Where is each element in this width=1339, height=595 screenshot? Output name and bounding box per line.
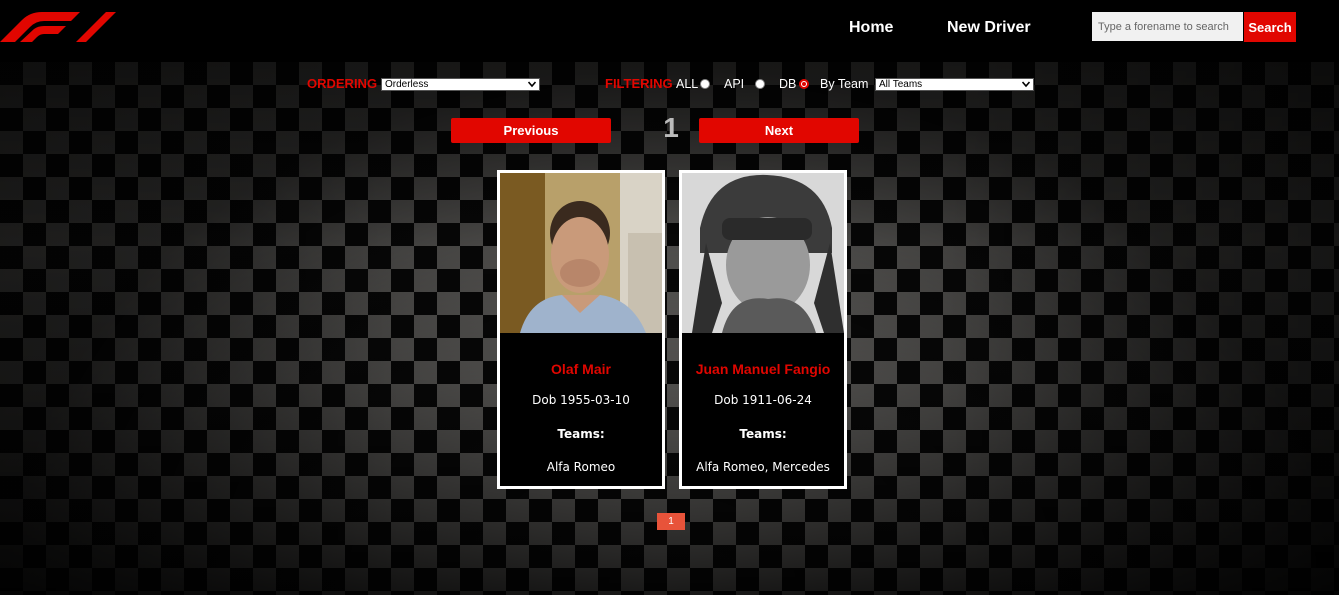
driver-teams: Alfa Romeo, Mercedes bbox=[696, 460, 830, 474]
driver-dob: Dob 1911-06-24 bbox=[714, 393, 812, 407]
f1-logo[interactable] bbox=[0, 8, 116, 42]
teams-label: Teams: bbox=[557, 427, 605, 441]
radio-all-label: ALL bbox=[676, 77, 699, 91]
radio-all[interactable] bbox=[700, 79, 710, 89]
team-select[interactable]: All Teams bbox=[875, 78, 1034, 91]
by-team-label: By Team bbox=[820, 77, 869, 91]
search-button[interactable]: Search bbox=[1244, 12, 1296, 42]
chevron-down-icon bbox=[528, 81, 536, 88]
driver-photo bbox=[500, 173, 662, 333]
driver-card[interactable]: Olaf Mair Dob 1955-03-10 Teams: Alfa Rom… bbox=[497, 170, 665, 489]
search-input[interactable] bbox=[1092, 12, 1243, 41]
next-button[interactable]: Next bbox=[699, 118, 859, 143]
driver-name: Olaf Mair bbox=[551, 361, 611, 377]
top-navbar: Home New Driver Search bbox=[0, 0, 1339, 62]
radio-db-label: DB bbox=[779, 77, 797, 91]
current-page-number: 1 bbox=[663, 112, 679, 143]
driver-teams: Alfa Romeo bbox=[546, 460, 616, 474]
previous-button[interactable]: Previous bbox=[451, 118, 611, 143]
ordering-label: ORDERING bbox=[307, 76, 378, 91]
ordering-select[interactable]: Orderless bbox=[381, 78, 540, 91]
team-select-value: All Teams bbox=[879, 79, 923, 90]
filtering-label: FILTERING bbox=[605, 76, 673, 91]
nav-home-link[interactable]: Home bbox=[849, 19, 893, 37]
driver-name: Juan Manuel Fangio bbox=[695, 361, 831, 377]
radio-api[interactable] bbox=[755, 79, 765, 89]
pagination-page-1[interactable]: 1 bbox=[657, 513, 685, 530]
ordering-select-value: Orderless bbox=[385, 79, 429, 90]
chevron-down-icon bbox=[1022, 81, 1030, 88]
driver-photo bbox=[682, 173, 844, 333]
radio-db[interactable] bbox=[799, 79, 809, 89]
teams-label: Teams: bbox=[739, 427, 787, 441]
driver-card[interactable]: Juan Manuel Fangio Dob 1911-06-24 Teams:… bbox=[679, 170, 847, 489]
driver-dob: Dob 1955-03-10 bbox=[532, 393, 630, 407]
radio-api-label: API bbox=[724, 77, 745, 91]
nav-new-driver-link[interactable]: New Driver bbox=[947, 19, 1031, 37]
